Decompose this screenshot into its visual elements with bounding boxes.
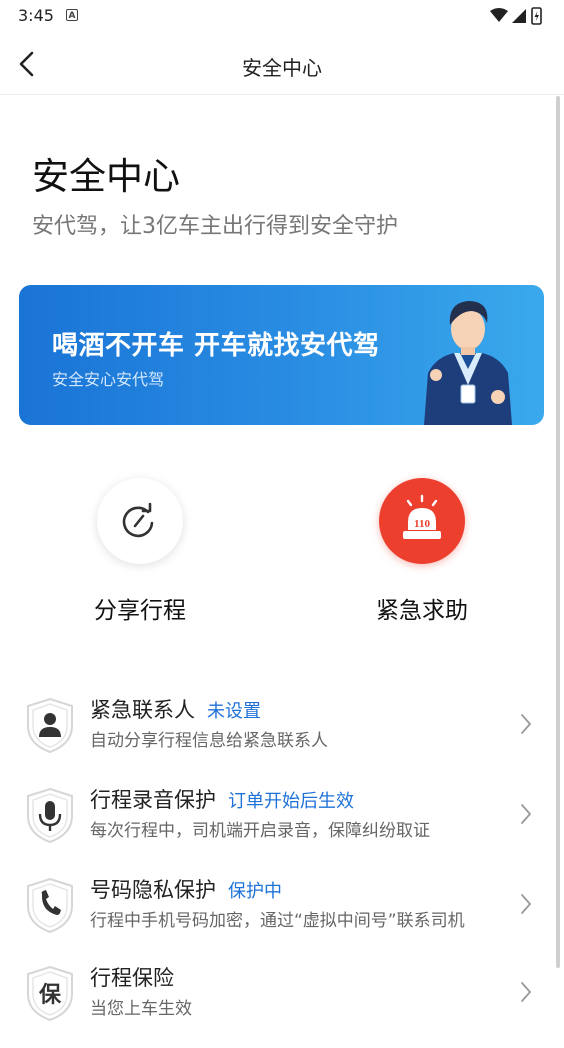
wifi-icon [490,8,508,22]
sos-badge-text: 110 [414,518,430,530]
insurance-icon-text: 保 [38,983,62,1008]
item-title-text: 号码隐私保护 [90,878,216,902]
emergency-help-label: 紧急求助 [376,598,468,624]
list-item-desc: 自动分享行程信息给紧急联系人 [90,731,328,751]
status-label: 保护中 [228,881,282,902]
status-label: 未设置 [207,701,261,722]
list-item-trip-insurance[interactable]: 保 行程保险 当您上车生效 [0,960,564,1048]
nav-title: 安全中心 [242,56,322,80]
phone-shield-icon [27,877,73,934]
item-title-text: 行程保险 [90,966,174,990]
banner-subtitle: 安全安心安代驾 [52,370,165,389]
list-item-title: 行程录音保护 订单开始后生效 [90,784,354,814]
list-item-title: 号码隐私保护 保护中 [90,874,282,904]
list-item-desc: 每次行程中，司机端开启录音，保障纠纷取证 [90,821,430,841]
share-trip-label: 分享行程 [94,598,186,624]
list-item-title: 紧急联系人 未设置 [90,694,261,724]
page-title: 安全中心 [32,155,180,198]
list-item-number-privacy[interactable]: 号码隐私保护 保护中 行程中手机号码加密，通过“虚拟中间号”联系司机 [0,872,564,960]
notification-icon: A [66,9,78,21]
microphone-shield-icon [27,787,73,844]
page-subtitle: 安代驾，让3亿车主出行得到安全守护 [32,214,398,239]
person-shield-icon [27,697,73,754]
item-title-text: 紧急联系人 [90,698,195,722]
status-time: 3:45 [18,6,54,25]
list-item-desc: 当您上车生效 [90,999,192,1019]
chevron-right-icon [521,804,531,824]
driver-illustration [424,301,512,425]
alarm-110-icon: 110 [403,494,441,539]
status-bar: 3:45 A [0,0,564,32]
chevron-right-icon [521,894,531,914]
promo-banner[interactable]: 喝酒不开车 开车就找安代驾 安全安心安代驾 [19,285,544,425]
chevron-right-icon [521,982,531,1002]
status-icons [490,7,542,25]
chevron-right-icon [521,714,531,734]
banner-title: 喝酒不开车 开车就找安代驾 [52,331,380,361]
nav-bar: 安全中心 [0,32,564,95]
signal-icon [512,9,526,23]
emergency-help-circle: 110 [379,478,465,564]
list-item-title: 行程保险 [90,962,174,992]
share-trip-button[interactable]: 分享行程 [55,478,225,625]
share-arrow-icon [122,502,154,538]
list-item-desc: 行程中手机号码加密，通过“虚拟中间号”联系司机 [90,911,465,931]
list-item-emergency-contact[interactable]: 紧急联系人 未设置 自动分享行程信息给紧急联系人 [0,692,564,780]
list-item-recording-protection[interactable]: 行程录音保护 订单开始后生效 每次行程中，司机端开启录音，保障纠纷取证 [0,782,564,870]
emergency-help-button[interactable]: 110 紧急求助 [337,478,507,625]
insurance-shield-icon: 保 [27,965,73,1022]
share-trip-circle [97,478,183,564]
item-title-text: 行程录音保护 [90,788,216,812]
status-label: 订单开始后生效 [228,791,354,812]
